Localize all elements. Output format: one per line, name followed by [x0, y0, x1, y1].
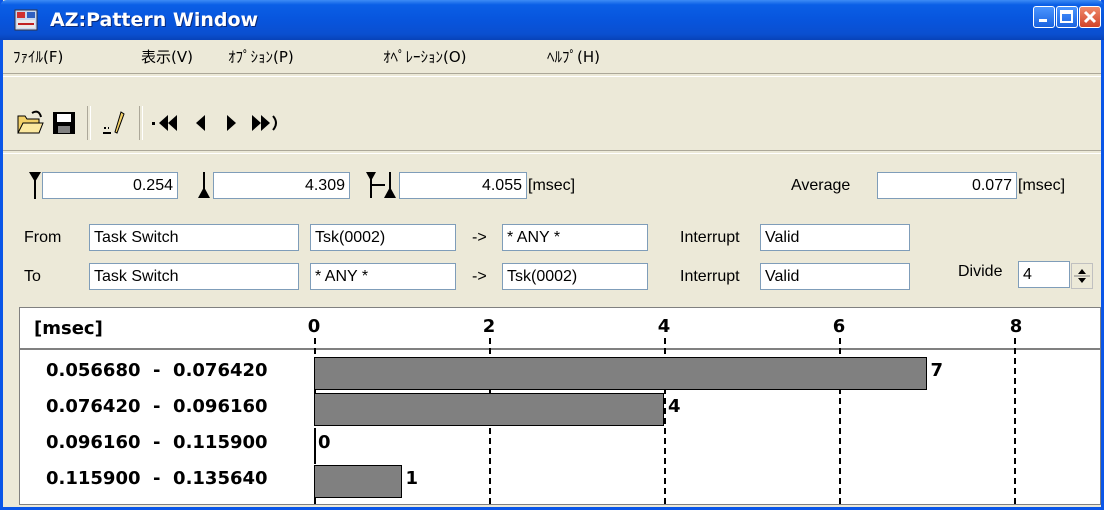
- grid-line-8: [1014, 338, 1016, 504]
- close-button[interactable]: [1079, 6, 1101, 28]
- from-label: From: [24, 229, 62, 246]
- bar-value-label: 7: [930, 360, 944, 381]
- from-source-field[interactable]: Tsk(0002): [310, 224, 456, 251]
- histogram-bar: [314, 393, 664, 426]
- menu-operation[interactable]: ｵﾍﾟﾚｰｼｮﾝ(O): [383, 46, 467, 67]
- window-title: AZ:Pattern Window: [50, 9, 259, 31]
- divide-spinner[interactable]: [1071, 263, 1093, 289]
- maximize-icon: [1060, 10, 1073, 23]
- to-arrow: ->: [472, 268, 487, 285]
- from-interrupt-label: Interrupt: [680, 229, 740, 246]
- difference-unit: [msec]: [528, 177, 576, 194]
- divide-field[interactable]: 4: [1018, 261, 1070, 288]
- start-time-field[interactable]: 0.254: [42, 172, 178, 199]
- to-destination-field[interactable]: Tsk(0002): [502, 263, 648, 290]
- bar-value-label: 1: [405, 468, 419, 489]
- toolbar-separator: [3, 73, 1101, 77]
- divide-label: Divide: [958, 263, 1003, 280]
- minimize-icon: [1039, 19, 1047, 22]
- edit-marker-icon[interactable]: [99, 106, 129, 140]
- menu-bar: ﾌｧｲﾙ(F) 表示(V) ｵﾌﾟｼｮﾝ(P) ｵﾍﾟﾚｰｼｮﾝ(O) ﾍﾙﾌﾟ…: [3, 40, 1101, 70]
- open-folder-icon[interactable]: [15, 106, 45, 140]
- pattern-window: AZ:Pattern Window ﾌｧｲﾙ(F) 表示(V) ｵﾌﾟｼｮﾝ(P…: [0, 0, 1104, 510]
- save-disk-icon[interactable]: [49, 106, 79, 140]
- close-icon: [1083, 10, 1097, 24]
- title-bar[interactable]: AZ:Pattern Window: [0, 0, 1104, 40]
- tick-label-2: 2: [482, 316, 496, 337]
- end-marker-icon: [198, 172, 210, 198]
- spinner-arrows-icon: [1074, 269, 1090, 283]
- bar-value-label: 4: [668, 396, 681, 417]
- bin-label: 0.096160 - 0.115900: [46, 432, 268, 453]
- tick-label-4: 4: [657, 316, 671, 337]
- difference-time-field[interactable]: 4.055: [399, 172, 527, 199]
- from-interrupt-field[interactable]: Valid: [760, 224, 910, 251]
- bin-label: 0.115900 - 0.135640: [46, 468, 268, 489]
- tick-label-8: 8: [1009, 316, 1023, 337]
- menu-view[interactable]: 表示(V): [141, 46, 193, 67]
- end-time-field[interactable]: 4.309: [213, 172, 350, 199]
- app-icon: [14, 9, 38, 31]
- to-source-field[interactable]: * ANY *: [310, 263, 456, 290]
- next-icon[interactable]: [219, 106, 245, 140]
- first-icon[interactable]: [149, 106, 181, 140]
- to-interrupt-label: Interrupt: [680, 268, 740, 285]
- difference-marker-icon: [366, 172, 396, 198]
- to-label: To: [24, 268, 41, 285]
- toolbar-divider: [139, 106, 143, 140]
- minimize-button[interactable]: [1033, 6, 1055, 28]
- bar-value-label: 0: [318, 432, 331, 453]
- from-destination-field[interactable]: * ANY *: [502, 224, 648, 251]
- toolbar-bottom-border: [3, 150, 1101, 154]
- from-type-field[interactable]: Task Switch: [89, 224, 299, 251]
- bin-label: 0.056680 - 0.076420: [46, 360, 268, 381]
- from-arrow: ->: [472, 229, 487, 246]
- previous-icon[interactable]: [187, 106, 213, 140]
- average-unit: [msec]: [1018, 177, 1066, 194]
- tick-label-6: 6: [832, 316, 846, 337]
- menu-options[interactable]: ｵﾌﾟｼｮﾝ(P): [228, 46, 294, 67]
- last-icon[interactable]: [249, 106, 283, 140]
- average-label: Average: [791, 177, 851, 194]
- histogram-bar: [314, 357, 927, 390]
- to-type-field[interactable]: Task Switch: [89, 263, 299, 290]
- start-marker-icon: [29, 172, 41, 199]
- average-field: 0.077: [877, 172, 1017, 199]
- histogram-bar: [314, 465, 402, 498]
- to-interrupt-field[interactable]: Valid: [760, 263, 910, 290]
- chart-header: [msec] 0 2 4 6 8: [20, 308, 1100, 350]
- chart-unit-label: [msec]: [34, 318, 103, 339]
- maximize-button[interactable]: [1056, 6, 1078, 28]
- menu-help[interactable]: ﾍﾙﾌﾟ(H): [547, 46, 600, 67]
- bin-label: 0.076420 - 0.096160: [46, 396, 268, 417]
- histogram-bar: [314, 429, 316, 462]
- tick-label-0: 0: [307, 316, 321, 337]
- toolbar-divider: [87, 106, 91, 140]
- menu-file[interactable]: ﾌｧｲﾙ(F): [13, 46, 63, 67]
- histogram-chart: [msec] 0 2 4 6 8 0.056680 - 0.076420 7 0.0…: [19, 307, 1101, 505]
